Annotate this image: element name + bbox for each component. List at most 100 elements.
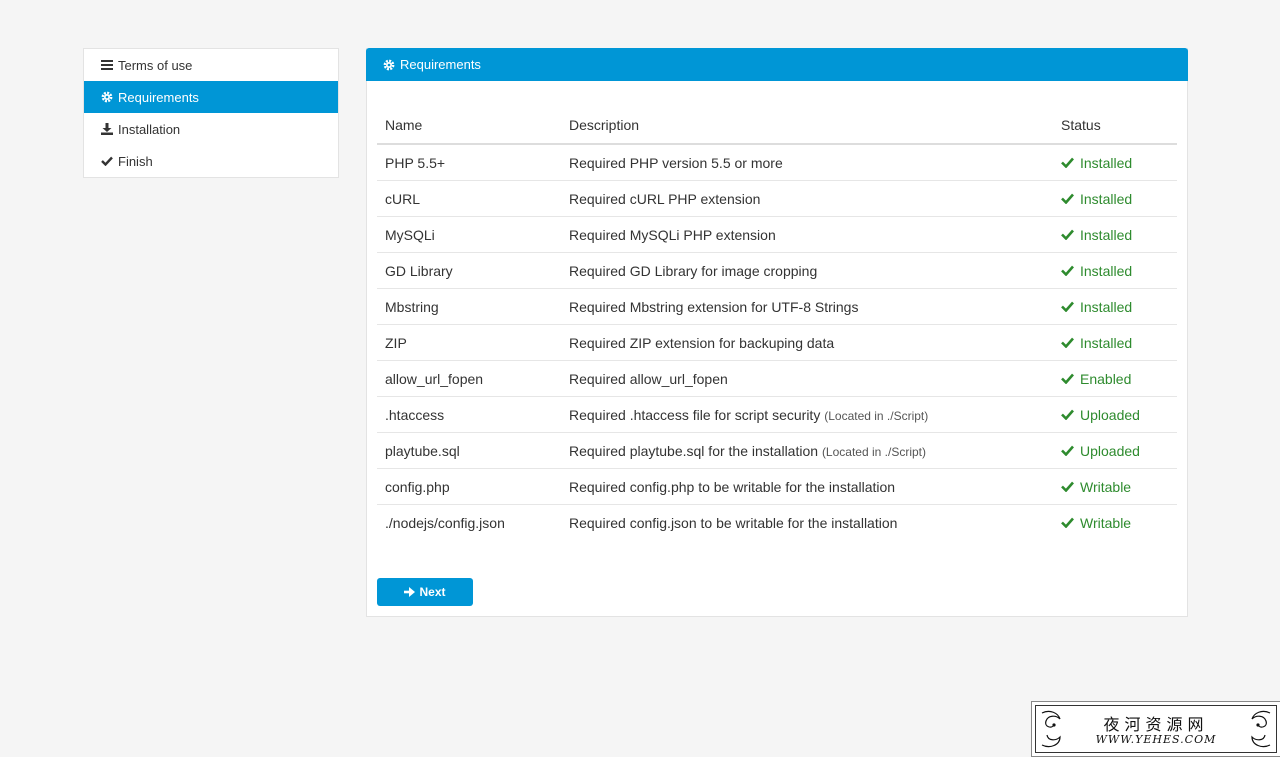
status-badge: Installed: [1061, 145, 1169, 180]
header-status: Status: [1053, 107, 1177, 145]
status-badge: Installed: [1061, 217, 1169, 252]
list-icon: [101, 59, 113, 71]
requirement-description-cell: Required MySQLi PHP extension: [561, 216, 1053, 253]
requirement-status-cell: Writable: [1053, 468, 1177, 505]
requirement-description-cell: Required .htaccess file for script secur…: [561, 396, 1053, 433]
requirement-description: Required PHP version 5.5 or more: [569, 154, 783, 171]
requirement-description: Required MySQLi PHP extension: [569, 226, 776, 243]
status-badge: Enabled: [1061, 361, 1169, 396]
requirement-status-cell: Installed: [1053, 324, 1177, 361]
header-name: Name: [377, 107, 561, 145]
requirement-name: GD Library: [377, 252, 561, 289]
status-badge: Installed: [1061, 325, 1169, 360]
sidebar-nav: Terms of use Requirements Installation F…: [83, 48, 339, 178]
check-icon: [1061, 229, 1075, 241]
check-icon: [1061, 193, 1075, 205]
next-button[interactable]: Next: [377, 578, 473, 606]
status-label: Installed: [1080, 154, 1133, 171]
requirement-description: Required cURL PHP extension: [569, 190, 761, 207]
sidebar-item-terms[interactable]: Terms of use: [84, 49, 338, 81]
status-badge: Writable: [1061, 505, 1169, 540]
status-badge: Writable: [1061, 469, 1169, 504]
table-row: ZIP Required ZIP extension for backuping …: [377, 324, 1177, 361]
status-label: Installed: [1080, 190, 1133, 207]
check-icon: [1061, 517, 1075, 529]
table-row: ./nodejs/config.json Required config.json…: [377, 504, 1177, 540]
requirement-name: Mbstring: [377, 288, 561, 325]
check-icon: [1061, 445, 1075, 457]
table-row: allow_url_fopen Required allow_url_fopen E…: [377, 360, 1177, 397]
requirement-status-cell: Installed: [1053, 144, 1177, 181]
requirement-name: MySQLi: [377, 216, 561, 253]
sidebar-item-requirements[interactable]: Requirements: [84, 81, 338, 113]
watermark-title: 夜河资源网: [1103, 715, 1209, 734]
requirement-description-cell: Required allow_url_fopen: [561, 360, 1053, 397]
table-row: MySQLi Required MySQLi PHP extension Insta…: [377, 216, 1177, 253]
sidebar-item-label: Terms of use: [118, 57, 193, 73]
requirements-table: Name Description Status PHP 5.5+ Required…: [377, 107, 1177, 540]
requirement-location-note: (Located in ./Script): [821, 444, 926, 459]
check-icon: [1061, 481, 1075, 493]
requirement-status-cell: Installed: [1053, 252, 1177, 289]
requirement-description: Required playtube.sql for the installati…: [569, 442, 819, 459]
status-badge: Uploaded: [1061, 397, 1169, 432]
next-button-label: Next: [419, 585, 446, 599]
requirement-description-cell: Required PHP version 5.5 or more: [561, 144, 1053, 181]
requirement-description-cell: Required Mbstring extension for UTF-8 St…: [561, 288, 1053, 325]
requirement-description-cell: Required ZIP extension for backuping dat…: [561, 324, 1053, 361]
sidebar-item-label: Installation: [118, 121, 181, 137]
panel-title: Requirements: [400, 57, 481, 72]
arrow-right-icon: [404, 587, 416, 597]
gear-icon: [383, 59, 395, 71]
requirement-description: Required GD Library for image cropping: [569, 262, 818, 279]
table-header-row: Name Description Status: [377, 107, 1177, 145]
table-row: cURL Required cURL PHP extension Installed: [377, 180, 1177, 217]
requirement-description: Required config.php to be writable for t…: [569, 478, 896, 495]
status-label: Writable: [1080, 514, 1132, 531]
status-label: Installed: [1080, 262, 1133, 279]
status-label: Writable: [1080, 478, 1132, 495]
header-description: Description: [561, 107, 1053, 145]
requirement-description: Required allow_url_fopen: [569, 370, 728, 387]
table-row: GD Library Required GD Library for image …: [377, 252, 1177, 289]
requirement-description-cell: Required playtube.sql for the installati…: [561, 432, 1053, 469]
requirement-status-cell: Writable: [1053, 504, 1177, 540]
table-row: playtube.sql Required playtube.sql for th…: [377, 432, 1177, 469]
requirement-name: ZIP: [377, 324, 561, 361]
sidebar-item-label: Requirements: [118, 89, 199, 105]
status-label: Installed: [1080, 334, 1133, 351]
sidebar-item-finish[interactable]: Finish: [84, 145, 338, 177]
requirement-status-cell: Enabled: [1053, 360, 1177, 397]
check-icon: [1061, 337, 1075, 349]
requirement-location-note: (Located in ./Script): [824, 408, 929, 423]
requirement-name: ./nodejs/config.json: [377, 504, 561, 540]
requirement-description-cell: Required config.php to be writable for t…: [561, 468, 1053, 505]
status-label: Installed: [1080, 226, 1133, 243]
check-icon: [101, 155, 113, 167]
requirement-name: .htaccess: [377, 396, 561, 433]
status-badge: Installed: [1061, 181, 1169, 216]
status-badge: Installed: [1061, 253, 1169, 288]
requirements-panel: Requirements Name Description Status PHP…: [366, 48, 1188, 617]
requirement-name: config.php: [377, 468, 561, 505]
requirement-status-cell: Uploaded: [1053, 432, 1177, 469]
check-icon: [1061, 265, 1075, 277]
download-icon: [101, 123, 113, 135]
requirement-name: PHP 5.5+: [385, 154, 446, 171]
requirement-description-cell: Required config.json to be writable for …: [561, 504, 1053, 540]
requirement-status-cell: Installed: [1053, 180, 1177, 217]
sidebar-item-installation[interactable]: Installation: [84, 113, 338, 145]
panel-header: Requirements: [366, 48, 1188, 81]
requirement-description: Required config.json to be writable for …: [569, 514, 898, 531]
requirement-description-cell: Required GD Library for image cropping: [561, 252, 1053, 289]
status-label: Uploaded: [1080, 442, 1140, 459]
status-label: Uploaded: [1080, 406, 1140, 423]
table-row: PHP 5.5+ Required PHP version 5.5 or more…: [377, 144, 1177, 181]
requirement-status-cell: Installed: [1053, 216, 1177, 253]
requirement-description: Required Mbstring extension for UTF-8 St…: [569, 298, 859, 315]
check-icon: [1061, 409, 1075, 421]
table-row: .htaccess Required .htaccess file for scr…: [377, 396, 1177, 433]
requirement-description: Required ZIP extension for backuping dat…: [569, 334, 835, 351]
check-icon: [1061, 301, 1075, 313]
status-label: Installed: [1080, 298, 1133, 315]
